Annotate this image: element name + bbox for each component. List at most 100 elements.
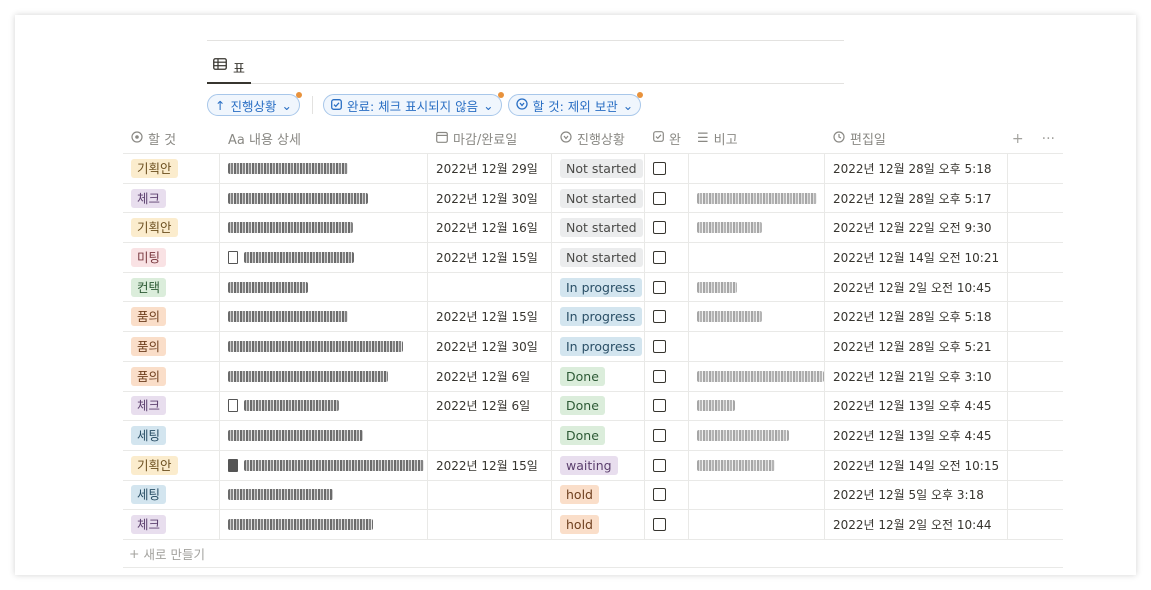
cell-progress[interactable]: hold	[552, 480, 645, 510]
table-row[interactable]: 컨택 In progress 2022년 12월 2일 오전 10:45	[123, 272, 1063, 303]
cell-note[interactable]	[689, 510, 825, 539]
cell-todo[interactable]: 품의	[123, 332, 220, 361]
cell-done[interactable]	[645, 213, 689, 243]
cell-done[interactable]	[645, 421, 689, 450]
cell-note[interactable]	[689, 480, 825, 510]
cell-content[interactable]	[220, 213, 428, 243]
filter-pill-done[interactable]: 완료: 체크 표시되지 않음 ⌄	[322, 92, 504, 116]
done-checkbox[interactable]	[653, 191, 666, 205]
cell-done[interactable]	[645, 480, 689, 510]
cell-content[interactable]	[220, 183, 428, 213]
cell-date[interactable]: 2022년 12월 16일	[428, 213, 552, 243]
cell-note[interactable]	[689, 243, 825, 272]
column-header-due-date[interactable]: 마감/완료일	[428, 124, 552, 153]
cell-date[interactable]	[428, 421, 552, 450]
cell-content[interactable]	[220, 421, 428, 450]
cell-done[interactable]	[645, 154, 689, 183]
cell-content[interactable]	[220, 154, 428, 183]
cell-progress[interactable]: waiting	[552, 450, 645, 480]
cell-content[interactable]	[220, 450, 428, 480]
cell-content[interactable]	[220, 243, 428, 272]
add-column-icon[interactable]: +	[1012, 131, 1024, 147]
cell-content[interactable]	[220, 510, 428, 539]
cell-done[interactable]	[645, 450, 689, 480]
table-row[interactable]: 품의 2022년 12월 6일 Done 2022년 12월 21일 오후 3:10	[123, 361, 1063, 392]
cell-date[interactable]	[428, 272, 552, 302]
cell-content[interactable]	[220, 391, 428, 421]
cell-progress[interactable]: Done	[552, 361, 645, 391]
done-checkbox[interactable]	[653, 369, 666, 383]
cell-date[interactable]: 2022년 12월 15일	[428, 302, 552, 332]
cell-todo[interactable]: 미팅	[123, 243, 220, 272]
column-header-edited[interactable]: 편집일	[825, 124, 1008, 153]
cell-progress[interactable]: In progress	[552, 332, 645, 361]
cell-done[interactable]	[645, 391, 689, 421]
done-checkbox[interactable]	[653, 221, 666, 235]
cell-date[interactable]: 2022년 12월 30일	[428, 183, 552, 213]
cell-note[interactable]	[689, 213, 825, 243]
more-options-icon[interactable]: ···	[1042, 131, 1055, 147]
table-row[interactable]: 체크 hold 2022년 12월 2일 오전 10:44	[123, 510, 1063, 540]
table-row[interactable]: 기획안 2022년 12월 16일 Not started 2022년 12월 22일…	[123, 213, 1063, 244]
cell-done[interactable]	[645, 272, 689, 302]
cell-date[interactable]	[428, 480, 552, 510]
cell-done[interactable]	[645, 302, 689, 332]
done-checkbox[interactable]	[653, 161, 666, 175]
cell-progress[interactable]: hold	[552, 510, 645, 539]
done-checkbox[interactable]	[653, 339, 666, 353]
new-row-button[interactable]: + 새로 만들기	[123, 540, 1063, 568]
done-checkbox[interactable]	[653, 280, 666, 294]
cell-date[interactable]	[428, 510, 552, 539]
column-header-done[interactable]: 완	[645, 124, 689, 153]
cell-todo[interactable]: 컨택	[123, 272, 220, 302]
cell-progress[interactable]: Not started	[552, 213, 645, 243]
cell-date[interactable]: 2022년 12월 15일	[428, 450, 552, 480]
table-row[interactable]: 기획안 2022년 12월 29일 Not started 2022년 12월 28일…	[123, 154, 1063, 184]
cell-note[interactable]	[689, 302, 825, 332]
table-row[interactable]: 세팅 hold 2022년 12월 5일 오후 3:18	[123, 480, 1063, 511]
cell-todo[interactable]: 품의	[123, 302, 220, 332]
cell-note[interactable]	[689, 361, 825, 391]
sort-pill-progress[interactable]: ↑ 진행상황 ⌄	[207, 92, 302, 116]
cell-progress[interactable]: Not started	[552, 243, 645, 272]
table-row[interactable]: 품의 2022년 12월 30일 In progress 2022년 12월 28일 …	[123, 332, 1063, 362]
cell-done[interactable]	[645, 510, 689, 539]
cell-todo[interactable]: 기획안	[123, 450, 220, 480]
cell-date[interactable]: 2022년 12월 15일	[428, 243, 552, 272]
cell-content[interactable]	[220, 480, 428, 510]
table-row[interactable]: 기획안 2022년 12월 15일 waiting 2022년 12월 14일 오전 …	[123, 450, 1063, 481]
cell-date[interactable]: 2022년 12월 29일	[428, 154, 552, 183]
cell-note[interactable]	[689, 391, 825, 421]
cell-progress[interactable]: Not started	[552, 154, 645, 183]
cell-note[interactable]	[689, 421, 825, 450]
cell-todo[interactable]: 체크	[123, 391, 220, 421]
cell-content[interactable]	[220, 332, 428, 361]
cell-note[interactable]	[689, 450, 825, 480]
cell-done[interactable]	[645, 183, 689, 213]
filter-pill-todo[interactable]: 할 것: 제외 보관 ⌄	[507, 92, 644, 116]
cell-done[interactable]	[645, 332, 689, 361]
cell-date[interactable]: 2022년 12월 30일	[428, 332, 552, 361]
done-checkbox[interactable]	[653, 488, 666, 502]
cell-todo[interactable]: 기획안	[123, 213, 220, 243]
column-header-progress[interactable]: 진행상황	[552, 124, 645, 153]
cell-todo[interactable]: 체크	[123, 510, 220, 539]
cell-progress[interactable]: In progress	[552, 272, 645, 302]
cell-done[interactable]	[645, 243, 689, 272]
cell-progress[interactable]: Done	[552, 421, 645, 450]
table-row[interactable]: 미팅 2022년 12월 15일 Not started 2022년 12월 14일 …	[123, 243, 1063, 273]
table-row[interactable]: 품의 2022년 12월 15일 In progress 2022년 12월 28일 …	[123, 302, 1063, 333]
cell-date[interactable]: 2022년 12월 6일	[428, 361, 552, 391]
cell-todo[interactable]: 세팅	[123, 421, 220, 450]
cell-progress[interactable]: Not started	[552, 183, 645, 213]
cell-progress[interactable]: Done	[552, 391, 645, 421]
done-checkbox[interactable]	[653, 429, 666, 443]
cell-content[interactable]	[220, 302, 428, 332]
table-row[interactable]: 체크 2022년 12월 6일 Done 2022년 12월 13일 오후 4:45	[123, 391, 1063, 422]
cell-todo[interactable]: 세팅	[123, 480, 220, 510]
cell-content[interactable]	[220, 361, 428, 391]
cell-done[interactable]	[645, 361, 689, 391]
table-row[interactable]: 세팅 Done 2022년 12월 13일 오후 4:45	[123, 421, 1063, 451]
done-checkbox[interactable]	[653, 458, 666, 472]
cell-todo[interactable]: 품의	[123, 361, 220, 391]
